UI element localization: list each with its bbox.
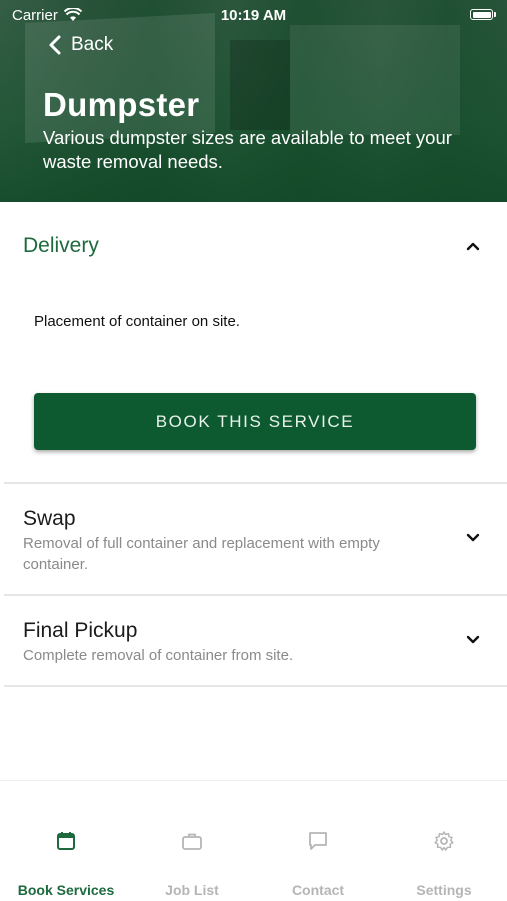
clock: 10:19 AM bbox=[220, 7, 287, 24]
chevron-up-icon[interactable] bbox=[466, 241, 480, 251]
swap-title: Swap bbox=[23, 507, 76, 530]
tab-label: Contact bbox=[291, 882, 345, 898]
battery-icon bbox=[470, 9, 493, 20]
gear-icon bbox=[434, 831, 454, 851]
tab-label: Job List bbox=[165, 882, 219, 898]
tab-job-list[interactable]: Job List bbox=[132, 830, 252, 898]
header-banner: Carrier 10:19 AM Back Dumpster Various d… bbox=[0, 0, 507, 202]
tab-label: Book Services bbox=[17, 882, 115, 898]
book-service-button[interactable]: BOOK THIS SERVICE bbox=[34, 393, 476, 450]
tab-label: Settings bbox=[416, 882, 472, 898]
swap-description: Removal of full container and replacemen… bbox=[23, 535, 380, 573]
tab-contact[interactable]: Contact bbox=[258, 830, 378, 898]
status-bar: Carrier 10:19 AM bbox=[0, 0, 507, 30]
final-pickup-description: Complete removal of container from site. bbox=[23, 647, 294, 664]
delivery-title[interactable]: Delivery bbox=[23, 234, 99, 258]
chat-icon bbox=[309, 832, 327, 850]
delivery-description: Placement of container on site. bbox=[34, 313, 240, 330]
header-photo-shape bbox=[230, 40, 290, 130]
final-pickup-title: Final Pickup bbox=[23, 619, 138, 642]
header-photo-shape bbox=[290, 25, 460, 135]
back-button[interactable]: Back bbox=[48, 34, 113, 56]
chevron-down-icon[interactable] bbox=[466, 533, 480, 543]
chevron-down-icon[interactable] bbox=[466, 635, 480, 645]
tab-book-services[interactable]: Book Services bbox=[6, 830, 126, 898]
calendar-icon bbox=[57, 832, 75, 850]
back-label: Back bbox=[71, 34, 114, 55]
page-subtitle: Various dumpster sizes are available to … bbox=[43, 127, 452, 172]
page-title: Dumpster bbox=[43, 86, 200, 123]
briefcase-icon bbox=[182, 833, 202, 850]
tab-settings[interactable]: Settings bbox=[384, 830, 504, 898]
chevron-left-icon bbox=[49, 35, 61, 55]
battery-tip bbox=[494, 12, 496, 17]
